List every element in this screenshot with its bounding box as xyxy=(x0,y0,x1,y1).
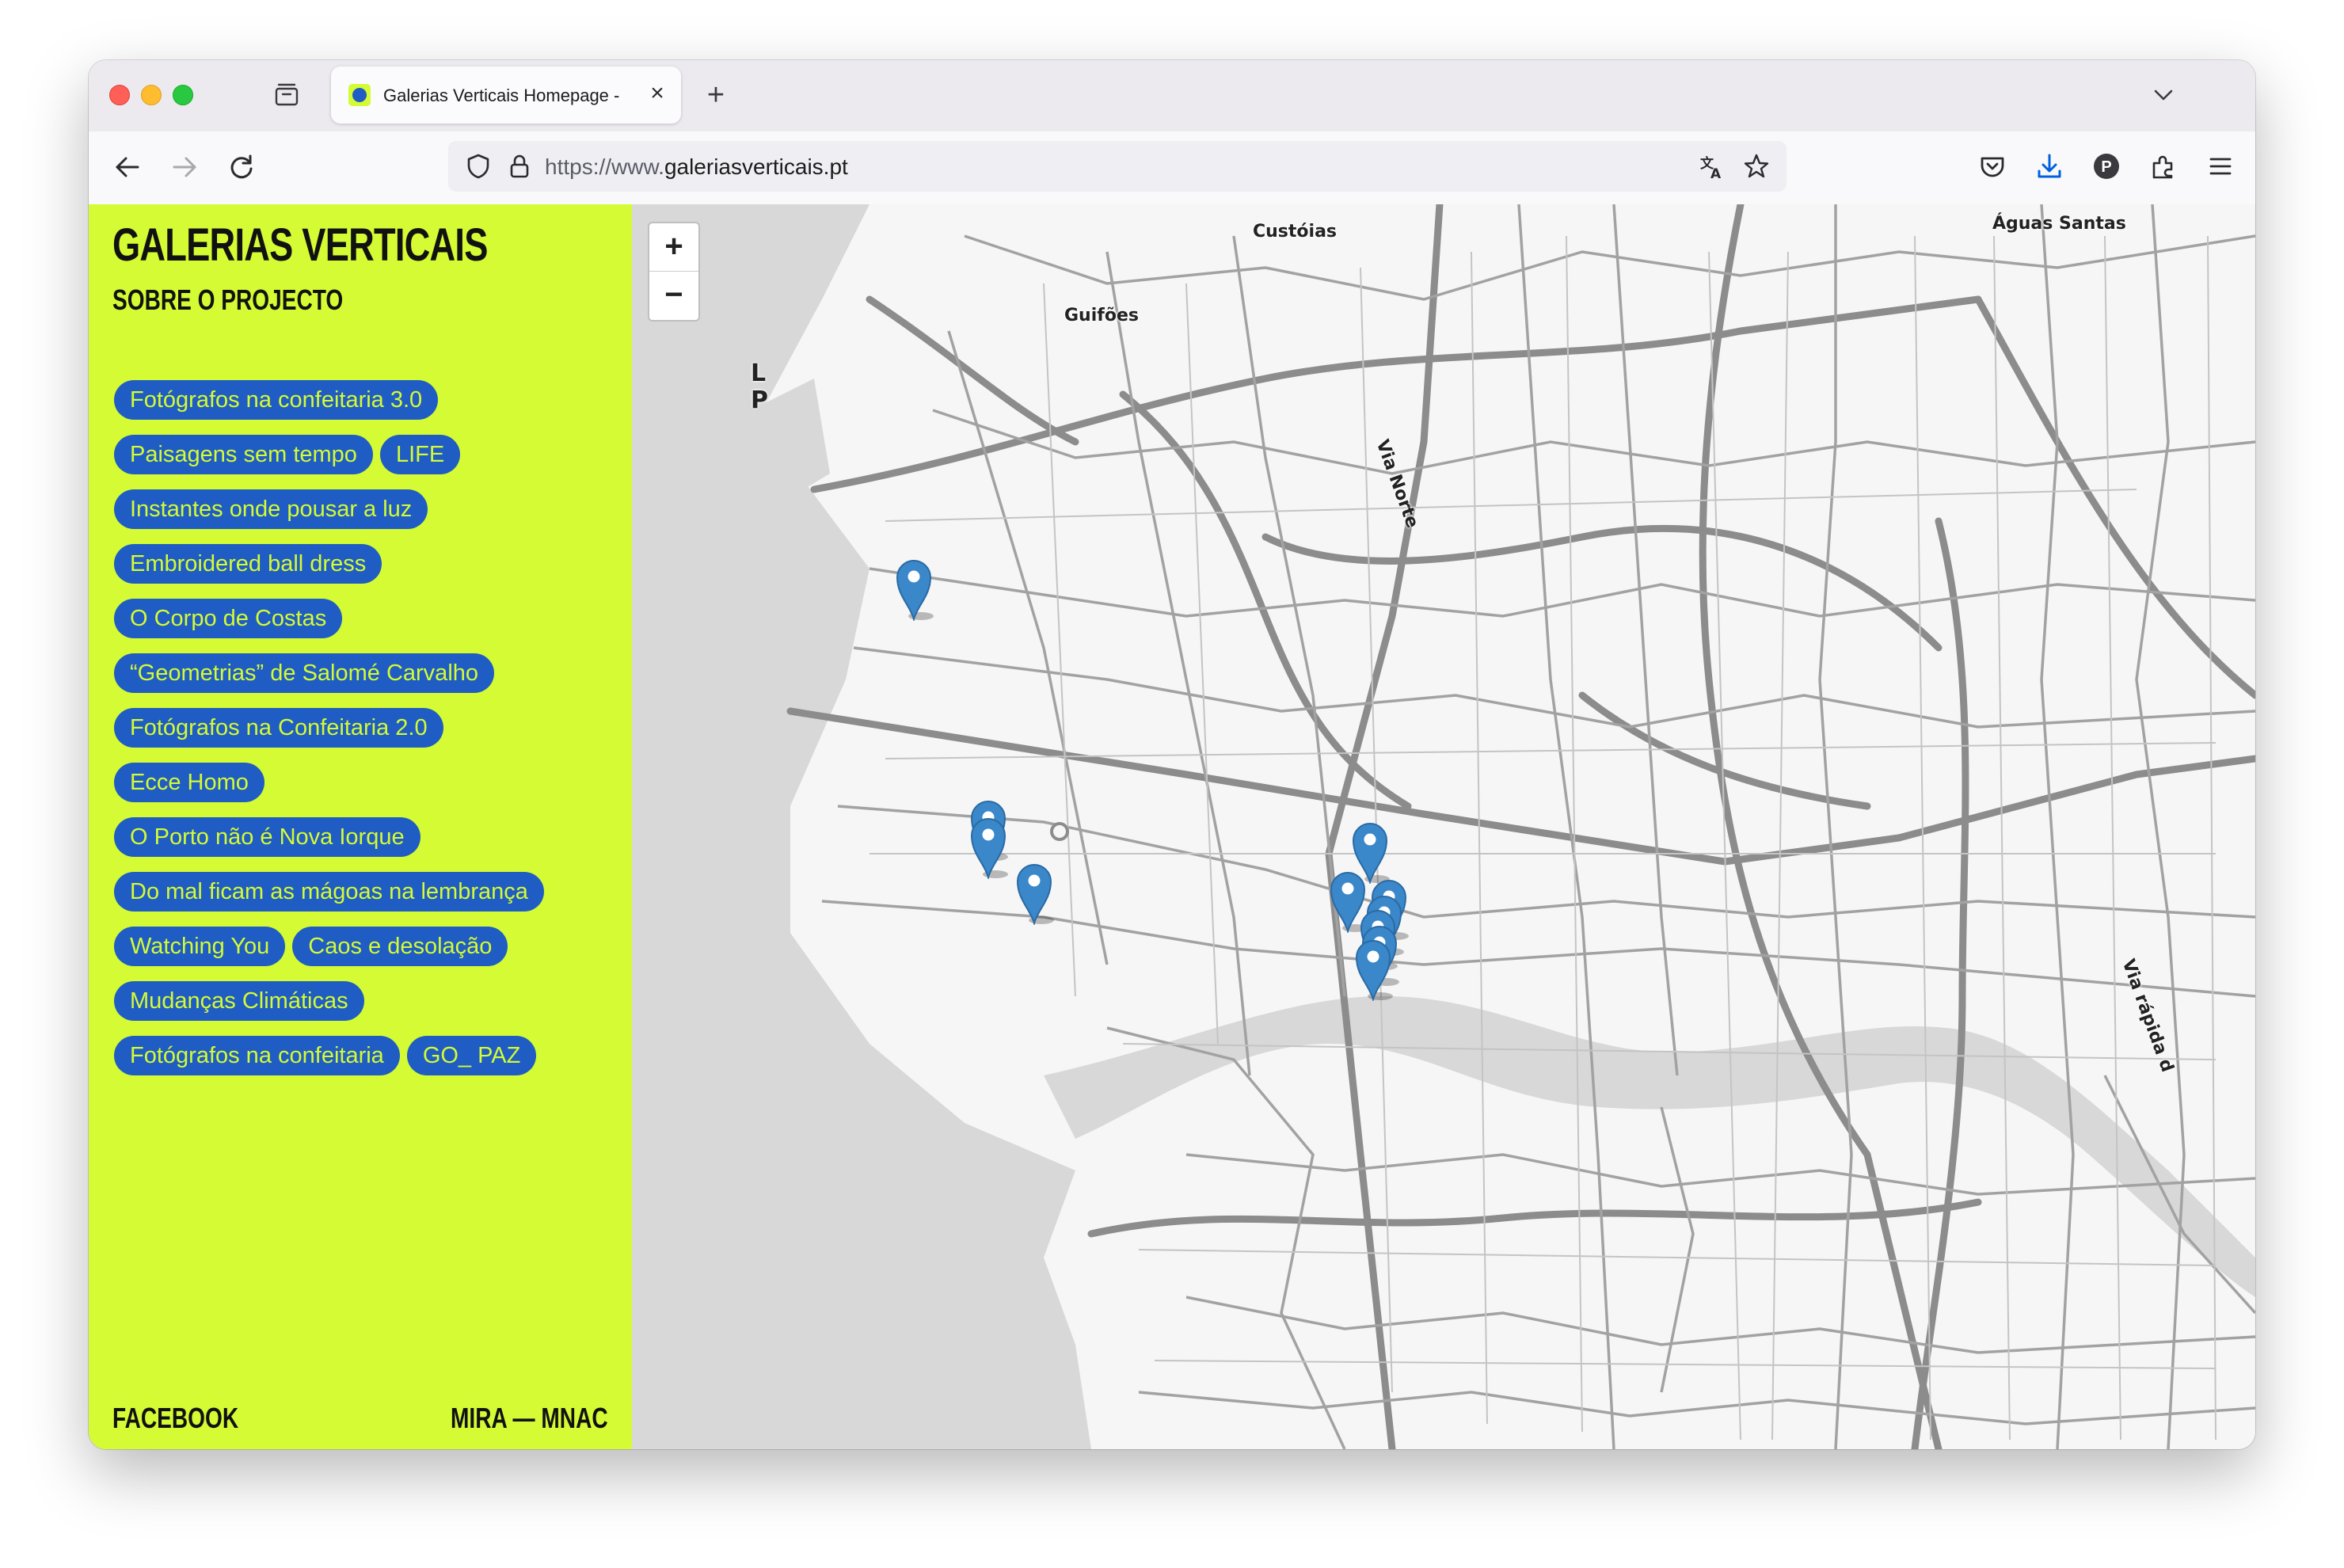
zoom-window-button[interactable] xyxy=(173,85,193,105)
site-favicon-icon xyxy=(348,84,371,106)
exhibition-list: Fotógrafos na confeitaria 3.0 Paisagens s… xyxy=(114,380,605,1090)
place-label-custoias: Custóias xyxy=(1253,222,1338,242)
exhibition-pill[interactable]: Mudanças Climáticas xyxy=(114,981,364,1021)
navigation-bar: https://www.galeriasverticais.pt 文 A P xyxy=(89,131,2255,205)
sidebar: GALERIAS VERTICAIS SOBRE O PROJECTO Fotó… xyxy=(89,204,632,1449)
new-tab-button[interactable]: + xyxy=(698,78,733,112)
map-marker-icon[interactable] xyxy=(968,814,1008,879)
exhibition-pill[interactable]: Fotógrafos na Confeitaria 2.0 xyxy=(114,708,443,748)
exhibition-pill[interactable]: Paisagens sem tempo xyxy=(114,435,373,474)
exhibition-pill[interactable]: Fotógrafos na confeitaria 3.0 xyxy=(114,380,439,420)
pocket-icon[interactable] xyxy=(1975,149,2010,184)
zoom-in-button[interactable]: + xyxy=(649,223,698,272)
exhibition-pill[interactable]: O Corpo de Costas xyxy=(114,599,343,638)
tab-list-chevron-icon[interactable] xyxy=(2149,81,2178,109)
map-marker-icon[interactable] xyxy=(1353,936,1393,1001)
account-avatar-icon[interactable]: P xyxy=(2089,149,2124,184)
exhibition-pill[interactable]: Ecce Homo xyxy=(114,763,264,802)
tab-title: Galerias Verticais Homepage - xyxy=(383,86,620,105)
exhibition-pill[interactable]: Do mal ficam as mágoas na lembrança xyxy=(114,872,544,911)
exhibition-pill[interactable]: Embroidered ball dress xyxy=(114,544,382,584)
place-label-guifoes: Guifões xyxy=(1064,306,1139,325)
map-view[interactable]: + − Custóias Águas Santas Guifões Via No… xyxy=(632,204,2255,1449)
back-arrow-icon[interactable] xyxy=(109,149,146,185)
exhibition-pill[interactable]: Instantes onde pousar a luz xyxy=(114,489,428,529)
exhibition-pill[interactable]: Caos e desolação xyxy=(292,927,508,966)
place-label-partial-2: P xyxy=(751,386,768,414)
close-window-button[interactable] xyxy=(109,85,130,105)
url-text[interactable]: https://www.galeriasverticais.pt xyxy=(545,154,848,180)
address-bar[interactable]: https://www.galeriasverticais.pt 文 A xyxy=(448,141,1787,192)
exhibition-pill[interactable]: LIFE xyxy=(379,435,461,474)
mira-mnac-link[interactable]: MIRA — MNAC xyxy=(451,1402,608,1435)
minimize-window-button[interactable] xyxy=(141,85,162,105)
zoom-out-button[interactable]: − xyxy=(649,272,698,319)
exhibition-pill[interactable]: Watching You xyxy=(114,927,286,966)
close-tab-icon[interactable]: × xyxy=(645,81,670,106)
exhibition-pill[interactable]: GO_ PAZ xyxy=(406,1036,537,1075)
active-tab[interactable]: Galerias Verticais Homepage - × xyxy=(331,67,681,124)
map-marker-icon[interactable] xyxy=(1014,860,1054,925)
forward-arrow-icon[interactable] xyxy=(166,149,203,185)
page-content: GALERIAS VERTICAIS SOBRE O PROJECTO Fotó… xyxy=(89,204,2255,1449)
bookmark-star-icon[interactable] xyxy=(1742,152,1771,181)
place-label-partial-1: L xyxy=(751,360,767,387)
tab-overview-icon[interactable] xyxy=(272,81,301,109)
roundabout xyxy=(1050,822,1069,841)
exhibition-pill[interactable]: O Porto não é Nova Iorque xyxy=(114,817,420,857)
browser-window: Galerias Verticais Homepage - × + https:… xyxy=(89,60,2255,1449)
facebook-link[interactable]: FACEBOOK xyxy=(112,1402,238,1435)
map-marker-icon[interactable] xyxy=(894,556,934,621)
hamburger-menu-icon[interactable] xyxy=(2203,149,2238,184)
site-title[interactable]: GALERIAS VERTICAIS xyxy=(112,219,488,272)
downloads-icon[interactable] xyxy=(2032,149,2067,184)
account-initial: P xyxy=(2101,158,2111,176)
tracking-shield-icon[interactable] xyxy=(464,152,493,181)
zoom-control: + − xyxy=(648,222,700,322)
about-project-link[interactable]: SOBRE O PROJECTO xyxy=(112,284,343,317)
exhibition-pill[interactable]: Fotógrafos na confeitaria xyxy=(114,1036,400,1075)
tab-bar: Galerias Verticais Homepage - × + xyxy=(89,60,2255,131)
svg-text:A: A xyxy=(1710,166,1722,181)
url-scheme: https://www. xyxy=(545,154,664,179)
extensions-puzzle-icon[interactable] xyxy=(2146,149,2181,184)
lock-icon[interactable] xyxy=(505,152,534,181)
exhibition-pill[interactable]: “Geometrias” de Salomé Carvalho xyxy=(114,653,495,693)
reload-icon[interactable] xyxy=(223,149,260,185)
translate-icon[interactable]: 文 A xyxy=(1698,152,1726,181)
map-tiles[interactable] xyxy=(632,204,2255,1449)
url-host: galeriasverticais.pt xyxy=(664,154,848,179)
place-label-aguas-santas: Águas Santas xyxy=(1992,214,2126,234)
